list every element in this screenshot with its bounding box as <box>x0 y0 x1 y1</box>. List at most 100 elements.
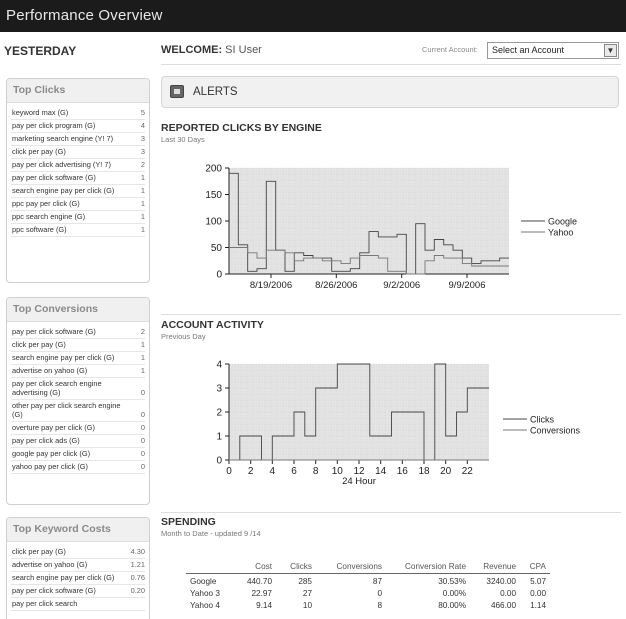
table-cell: 80.00% <box>438 601 466 610</box>
list-item-label: advertise on yahoo (G) <box>12 366 88 375</box>
x-tick-label: 9/2/2006 <box>383 280 420 291</box>
yesterday-heading: YESTERDAY <box>4 44 77 58</box>
y-tick-label: 200 <box>205 164 222 175</box>
list-item-label: pay per click program (G) <box>12 121 96 130</box>
table-cell: Yahoo 4 <box>190 601 220 610</box>
alerts-bar[interactable]: ALERTS <box>161 76 619 108</box>
x-tick-label: 4 <box>270 466 276 477</box>
list-item[interactable]: pay per click advertising (Y! 7) 2 <box>11 159 145 172</box>
list-item-value: 3 <box>140 147 145 156</box>
current-account-label: Current Account: <box>422 45 478 54</box>
list-item-value: 4 <box>140 121 145 130</box>
list-item[interactable]: pay per click software (G) 2 <box>11 326 145 339</box>
table-row: Google 440.70 285 87 30.53% 3240.00 5.07 <box>186 574 550 586</box>
list-item[interactable]: yahoo pay per click (G) 0 <box>11 461 145 474</box>
column-header: Revenue <box>470 562 520 574</box>
table-cell: 1.14 <box>530 601 546 610</box>
column-header: Conversion Rate <box>386 562 470 574</box>
list-item-value: 0 <box>140 462 145 471</box>
x-tick-label: 16 <box>397 466 409 477</box>
list-item[interactable]: search engine pay per click (G) 1 <box>11 352 145 365</box>
spending-title: SPENDING <box>161 516 216 528</box>
list-item[interactable]: other pay per click search engine (G) 0 <box>11 400 145 422</box>
legend-label: Google <box>548 217 577 227</box>
list-item-value: 0 <box>140 436 145 445</box>
list-item[interactable]: search engine pay per click (G) 0.76 <box>11 572 145 585</box>
table-row: Yahoo 4 9.14 10 8 80.00% 466.00 1.14 <box>186 598 550 610</box>
list-item-value: 0.20 <box>130 586 145 595</box>
list-item-value: 5 <box>140 108 145 117</box>
x-tick-label: 6 <box>291 466 297 477</box>
top-conversions-list: pay per click software (G) 2 click per pay… <box>7 322 149 474</box>
list-item[interactable]: ppc pay per click (G) 1 <box>11 198 145 211</box>
top-keyword-costs-title: Top Keyword Costs <box>7 518 149 542</box>
list-item[interactable]: advertise on yahoo (G) 1 <box>11 365 145 378</box>
column-header: Conversions <box>316 562 386 574</box>
top-keyword-costs-panel: Top Keyword Costs click per pay (G) 4.30 a… <box>6 517 150 619</box>
list-item[interactable]: advertise on yahoo (G) 1.21 <box>11 559 145 572</box>
list-item-label: search engine pay per click (G) <box>12 186 115 195</box>
list-item[interactable]: click per pay (G) 1 <box>11 339 145 352</box>
list-item-value: 1 <box>140 225 145 234</box>
list-item-label: marketing search engine (Y! 7) <box>12 134 114 143</box>
table-cell: 87 <box>372 577 382 586</box>
list-item[interactable]: pay per click software (G) 1 <box>11 172 145 185</box>
list-item-value: 2 <box>140 327 145 336</box>
welcome-message: WELCOME: SI User <box>161 44 262 56</box>
table-cell: 30.53% <box>438 577 466 586</box>
list-item[interactable]: overture pay per click (G) 0 <box>11 422 145 435</box>
list-item[interactable]: pay per click program (G) 4 <box>11 120 145 133</box>
list-item[interactable]: ppc software (G) 1 <box>11 224 145 237</box>
list-item-value: 1.21 <box>130 560 145 569</box>
list-item[interactable]: marketing search engine (Y! 7) 3 <box>11 133 145 146</box>
list-item-value: 1 <box>140 340 145 349</box>
list-item-value: 1 <box>140 353 145 362</box>
top-keyword-costs-list: click per pay (G) 4.30 advertise on yahoo … <box>7 542 149 611</box>
spending-body: Google 440.70 285 87 30.53% 3240.00 5.07 Yahoo … <box>186 574 550 610</box>
spending-subtitle: Month to Date - updated 9 /14 <box>161 529 261 538</box>
list-item-label: ppc search engine (G) <box>12 212 86 221</box>
x-tick-label: 8 <box>313 466 319 477</box>
list-item[interactable]: pay per click search engine advertising … <box>11 378 145 400</box>
list-item[interactable]: pay per click search <box>11 598 145 611</box>
list-item[interactable]: ppc search engine (G) 1 <box>11 211 145 224</box>
legend-label: Conversions <box>530 426 581 436</box>
list-item-label: pay per click software (G) <box>12 327 96 336</box>
divider <box>161 64 621 65</box>
list-item-value: 3 <box>140 134 145 143</box>
top-clicks-list: keyword max (G) 5 pay per click program (G… <box>7 103 149 237</box>
table-cell: 0.00 <box>530 589 546 598</box>
list-item-value: 0.76 <box>130 573 145 582</box>
table-cell: 466.00 <box>490 601 516 610</box>
list-item-value: 0 <box>140 410 145 419</box>
account-select[interactable]: Select an Account ▼ <box>487 42 619 59</box>
column-header: Clicks <box>276 562 316 574</box>
y-tick-label: 100 <box>205 217 222 228</box>
list-item-label: pay per click software (G) <box>12 173 96 182</box>
list-item[interactable]: search engine pay per click (G) 1 <box>11 185 145 198</box>
list-item-value: 1 <box>140 199 145 208</box>
welcome-prefix: WELCOME: <box>161 44 223 56</box>
chevron-down-icon[interactable]: ▼ <box>604 44 617 57</box>
top-clicks-panel: Top Clicks keyword max (G) 5 pay per click… <box>6 78 150 283</box>
list-item[interactable]: pay per click ads (G) 0 <box>11 435 145 448</box>
x-tick-label: 14 <box>375 466 387 477</box>
list-item-label: google pay per click (G) <box>12 449 91 458</box>
column-header: Cost <box>232 562 276 574</box>
list-item[interactable]: click per pay (G) 4.30 <box>11 546 145 559</box>
list-item[interactable]: pay per click software (G) 0.20 <box>11 585 145 598</box>
reported-clicks-subtitle: Last 30 Days <box>161 135 205 144</box>
list-item-value: 0 <box>140 449 145 458</box>
list-item[interactable]: click per pay (G) 3 <box>11 146 145 159</box>
list-item[interactable]: google pay per click (G) 0 <box>11 448 145 461</box>
top-clicks-title: Top Clicks <box>7 79 149 103</box>
title-bar: Performance Overview <box>0 0 626 32</box>
list-item[interactable]: keyword max (G) 5 <box>11 107 145 120</box>
list-item-label: advertise on yahoo (G) <box>12 560 88 569</box>
y-tick-label: 0 <box>216 270 222 281</box>
spending-header-row: Cost Clicks Conversions Conversion Rate Reve… <box>186 562 550 574</box>
x-tick-label: 9/9/2006 <box>449 280 486 291</box>
table-cell: 5.07 <box>530 577 546 586</box>
list-item-label: pay per click search engine advertising … <box>12 379 102 397</box>
table-cell: 440.70 <box>246 577 272 586</box>
